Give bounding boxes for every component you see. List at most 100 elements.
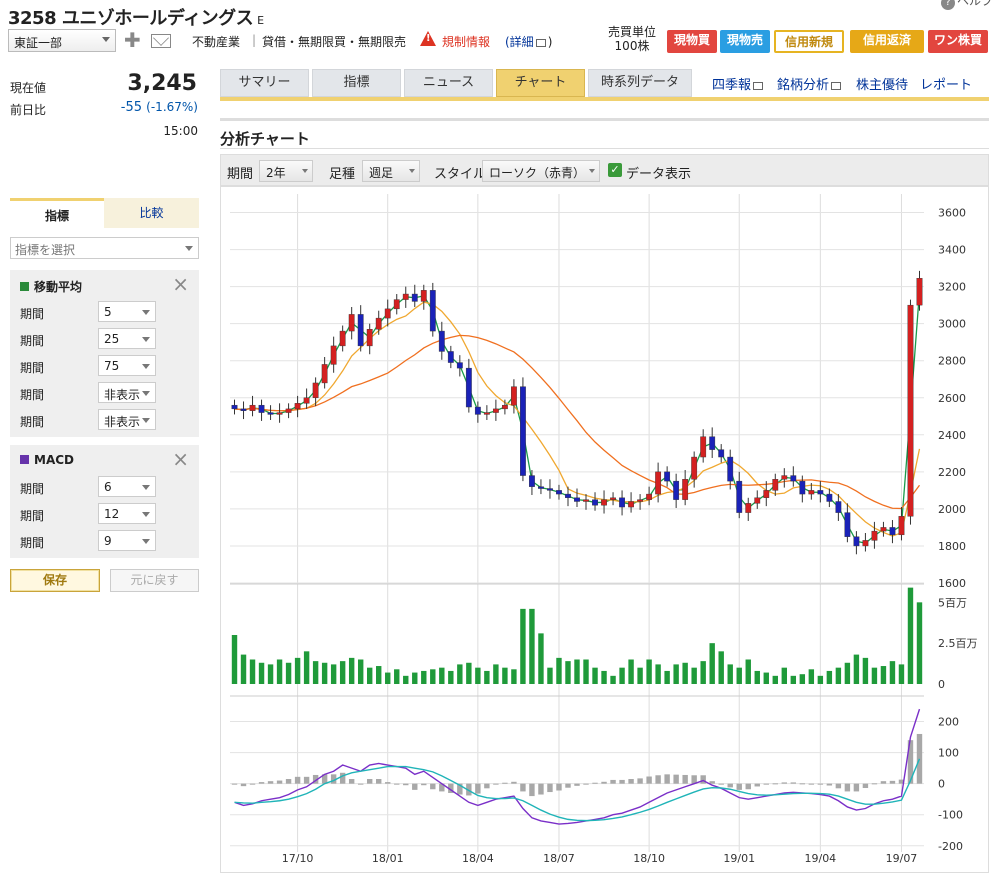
candle-body: [357, 314, 364, 347]
macd-histogram-bar: [421, 783, 427, 786]
macd-histogram-bar: [637, 778, 643, 784]
analysis-chart[interactable]: 17/10 18/01 18/04 18/07 18/10 19/01 19/04 19/07…: [220, 186, 989, 873]
chevron-down-icon: [142, 512, 150, 517]
candle-body: [429, 290, 436, 332]
macd-histogram-bar: [682, 774, 688, 784]
macd-histogram-bar: [249, 783, 256, 785]
candle-body: [294, 403, 301, 410]
macd-period-3-select[interactable]: 9: [98, 530, 156, 551]
macd-histogram-bar: [700, 775, 706, 784]
volume-bar: [646, 659, 652, 684]
price-tick-label: 2600: [938, 392, 966, 405]
ma-period-1-select[interactable]: 5: [98, 301, 156, 322]
volume-bar: [835, 667, 842, 684]
candle-body: [826, 493, 833, 502]
margin-new-button[interactable]: 信用新規: [774, 30, 844, 53]
margin-close-button[interactable]: 信用返済: [850, 30, 924, 53]
macd-row-label: 期間: [20, 509, 45, 523]
macd-histogram-bar: [664, 774, 670, 784]
tab-timeseries[interactable]: 時系列データ: [588, 69, 692, 97]
volume-bar: [484, 670, 490, 684]
detail-link[interactable]: (詳細): [505, 33, 552, 50]
candle-body: [556, 490, 562, 495]
link-analysis[interactable]: 銘柄分析: [777, 74, 843, 93]
ma-period-5-select[interactable]: 非表示: [98, 409, 156, 430]
macd-histogram-bar: [547, 783, 553, 793]
volume-bar: [502, 667, 508, 684]
macd-period-2-select[interactable]: 12: [98, 503, 156, 524]
link-report[interactable]: レポート: [920, 74, 972, 93]
candle-body: [249, 404, 256, 411]
volume-bar: [619, 667, 625, 684]
volume-bar: [276, 659, 283, 684]
foot-select[interactable]: 週足: [362, 160, 420, 182]
candle-body: [655, 471, 662, 495]
ma-period-3-select[interactable]: 75: [98, 355, 156, 376]
macd-panel: MACD × 期間 6 期間 12 期間 9: [10, 445, 199, 558]
candle-body: [646, 493, 653, 500]
close-icon[interactable]: ×: [172, 447, 189, 471]
macd-histogram-bar: [601, 781, 607, 784]
tab-indicators[interactable]: 指標: [312, 69, 401, 97]
tab-summary[interactable]: サマリー: [220, 69, 309, 97]
x-tick-label: 19/04: [804, 852, 836, 865]
tab-indicator[interactable]: 指標: [10, 198, 104, 228]
macd-histogram-bar: [240, 783, 247, 787]
macd-period-1-select[interactable]: 6: [98, 476, 156, 497]
ma-period-4-select[interactable]: 非表示: [98, 382, 156, 403]
link-benefits[interactable]: 株主優待: [856, 74, 908, 93]
help-link[interactable]: ? ヘルプ: [940, 0, 993, 10]
tab-compare[interactable]: 比較: [104, 198, 199, 228]
market-select[interactable]: 東証一部: [8, 29, 116, 52]
current-price-label: 現在値: [10, 81, 47, 95]
macd-histogram-bar: [357, 783, 364, 785]
regulation-link[interactable]: 規制情報: [442, 33, 490, 50]
data-display-checkbox[interactable]: ✓: [608, 163, 622, 177]
macd-histogram-bar: [781, 782, 788, 784]
undo-button[interactable]: 元に戻す: [110, 569, 199, 592]
close-icon[interactable]: ×: [172, 272, 189, 296]
chevron-down-icon: [142, 418, 150, 423]
chevron-down-icon: [142, 337, 150, 342]
price-tick-label: 2000: [938, 503, 966, 516]
volume-bar: [376, 666, 382, 684]
macd-histogram-bar: [862, 783, 869, 789]
volume-bar: [403, 675, 409, 684]
add-watchlist-icon[interactable]: ✚: [124, 30, 141, 50]
candle-body: [718, 449, 725, 458]
one-share-buy-button[interactable]: ワン株買: [928, 30, 988, 53]
macd-histogram-bar: [574, 783, 580, 786]
volume-bar: [394, 669, 400, 684]
save-button[interactable]: 保存: [10, 569, 100, 592]
candle-body: [529, 475, 535, 487]
price-tick-label: 1800: [938, 540, 966, 553]
x-tick-label: 17/10: [282, 852, 314, 865]
volume-bar: [421, 670, 427, 684]
volume-bar: [457, 664, 463, 684]
volume-bar: [475, 667, 481, 684]
volume-bar: [294, 657, 301, 684]
style-select[interactable]: ローソク（赤青）: [482, 160, 600, 182]
macd-histogram-bar: [493, 783, 499, 785]
data-display-label: データ表示: [626, 167, 692, 182]
chevron-down-icon: [185, 246, 193, 251]
tab-news[interactable]: ニュース: [404, 69, 493, 97]
cash-sell-button[interactable]: 現物売: [720, 30, 770, 53]
candle-body: [871, 530, 878, 541]
cash-buy-button[interactable]: 現物買: [667, 30, 717, 53]
mail-icon[interactable]: [151, 34, 171, 48]
link-shikiho[interactable]: 四季報: [712, 74, 765, 93]
ma-period-2-select[interactable]: 25: [98, 328, 156, 349]
candle-body: [727, 456, 734, 482]
macd-histogram-bar: [817, 783, 824, 785]
candle-body: [880, 527, 887, 532]
volume-bar: [673, 664, 679, 684]
tab-chart[interactable]: チャート: [496, 69, 585, 97]
macd-histogram-bar: [799, 783, 806, 785]
volume-tick-label: 0: [938, 678, 945, 691]
period-select[interactable]: 2年: [259, 160, 313, 182]
macd-tick-label: 100: [938, 747, 959, 760]
indicator-select[interactable]: 指標を選択: [10, 237, 199, 259]
candle-body: [483, 412, 490, 415]
macd-histogram-bar: [655, 775, 661, 784]
